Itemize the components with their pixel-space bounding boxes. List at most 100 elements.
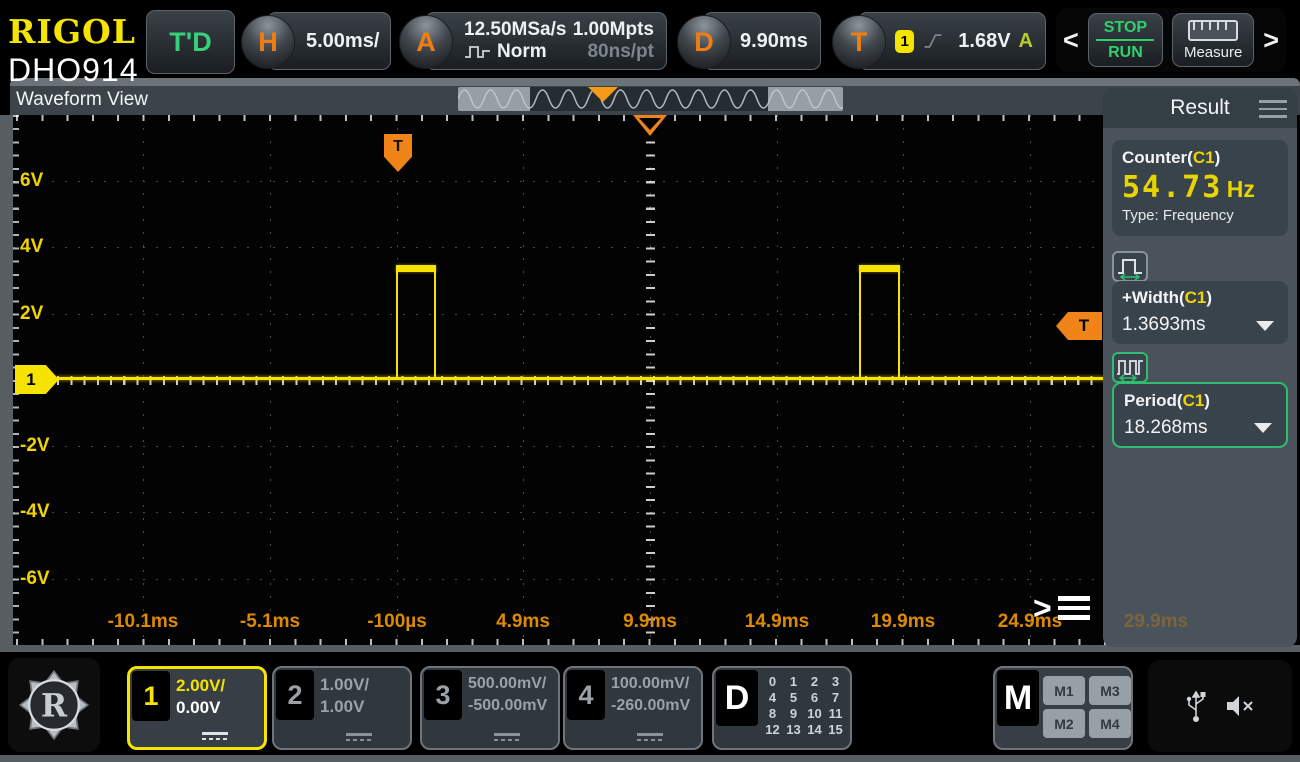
channel2-offset: 1.00V <box>320 697 364 717</box>
gear-icon: R <box>18 669 90 741</box>
period-label: Period(C1) <box>1124 391 1276 411</box>
counter-card[interactable]: Counter(C1) 54.73 Hz Type: Frequency <box>1112 140 1288 236</box>
ruler-icon <box>1188 20 1238 41</box>
acquire-box[interactable]: 12.50MSa/s Norm 1.00Mpts 80ns/pt <box>425 12 667 70</box>
math-m4-button[interactable]: M4 <box>1089 709 1131 738</box>
delay-knob[interactable]: D <box>677 15 731 69</box>
trigger-status-button[interactable]: T'D <box>146 10 235 74</box>
rising-edge-icon <box>922 29 944 53</box>
math-m1-button[interactable]: M1 <box>1043 676 1085 705</box>
toolbar-next-arrow[interactable]: > <box>1263 27 1279 54</box>
channel2-card[interactable]: 2 1.00V/ 1.00V <box>272 666 412 750</box>
menu-expand-icon[interactable]: > <box>1033 592 1090 624</box>
width-dropdown-caret[interactable] <box>1256 321 1274 331</box>
measure-label: Measure <box>1184 44 1242 61</box>
model-name: DHO914 <box>8 52 139 89</box>
waveform-trace-ch1-pulse2 <box>859 265 900 380</box>
y-axis-label: -6V <box>20 568 50 590</box>
channel4-scale: 100.00mV/ <box>611 675 689 693</box>
math-m3-button[interactable]: M3 <box>1089 676 1131 705</box>
channel2-scale: 1.00V/ <box>320 675 369 695</box>
stop-run-divider <box>1096 39 1154 41</box>
result-title: Result <box>1170 96 1230 120</box>
rigol-gear-logo[interactable]: R <box>8 658 100 752</box>
channel3-number: 3 <box>424 670 462 720</box>
status-icon-tray <box>1148 660 1292 752</box>
trigger-sweep-mode: A <box>1019 30 1033 53</box>
window-frame-bottom <box>0 645 1300 652</box>
channel1-card[interactable]: 1 2.00V/ 0.00V <box>127 666 267 750</box>
channel4-number: 4 <box>567 670 605 720</box>
counter-type: Type: Frequency <box>1122 207 1278 224</box>
y-axis-label: -4V <box>20 501 50 523</box>
result-panel-header[interactable]: Result <box>1103 88 1297 128</box>
trigger-status-label: T'D <box>169 27 211 58</box>
horizontal-scale-value: 5.00ms/ <box>306 30 379 53</box>
run-label: RUN <box>1108 43 1143 62</box>
delay-position-icon[interactable] <box>633 115 667 136</box>
channel1-marker-label: 1 <box>26 370 35 390</box>
width-measurement-card[interactable]: +Width(C1) 1.3693ms <box>1112 281 1288 344</box>
trigger-level-marker[interactable]: T <box>1056 312 1102 340</box>
rigol-logo: RIGOL <box>8 12 136 51</box>
channel3-coupling-icon <box>494 733 520 741</box>
nav-trigger-position-icon[interactable] <box>588 87 618 102</box>
stop-run-button[interactable]: STOP RUN <box>1088 13 1163 67</box>
channel1-scale: 2.00V/ <box>176 676 225 696</box>
y-axis-label: 6V <box>20 170 43 192</box>
screen-bottom-strip <box>0 755 1300 762</box>
measure-button[interactable]: Measure <box>1172 13 1254 67</box>
trigger-box[interactable]: 1 1.68V A <box>858 12 1046 70</box>
trigger-position-flag[interactable]: T <box>384 134 412 172</box>
horizontal-knob[interactable]: H <box>241 15 295 69</box>
pulse-width-icon <box>1112 251 1148 282</box>
x-axis-label: -5.1ms <box>240 611 300 633</box>
waveform-trace-ch1-pulse1 <box>396 265 436 380</box>
waveform-navigation-strip[interactable] <box>458 87 843 111</box>
channel1-offset: 0.00V <box>176 698 220 718</box>
speaker-muted-icon[interactable] <box>1225 693 1255 719</box>
digital-channels-card[interactable]: D 0123 4567 891011 12131415 <box>712 666 852 750</box>
counter-value: 54.73 <box>1122 170 1222 205</box>
channel4-card[interactable]: 4 100.00mV/ -260.00mV <box>563 666 703 750</box>
digital-bits-grid: 0123 4567 891011 12131415 <box>762 674 846 737</box>
channel1-coupling-icon <box>202 732 228 740</box>
view-title: Waveform View <box>16 89 148 111</box>
acquire-waveform-icon <box>464 44 492 60</box>
channel3-scale: 500.00mV/ <box>468 675 546 693</box>
channel4-offset: -260.00mV <box>611 697 690 715</box>
trigger-level-value: 1.68V <box>958 30 1010 53</box>
hamburger-menu-icon[interactable] <box>1259 100 1287 118</box>
x-axis-label: 19.9ms <box>871 611 935 633</box>
trigger-knob[interactable]: T <box>832 15 886 69</box>
nav-sine-preview <box>458 87 843 111</box>
t-knob-letter: T <box>851 27 868 58</box>
channel2-number: 2 <box>276 670 314 720</box>
channel3-card[interactable]: 3 500.00mV/ -500.00mV <box>420 666 560 750</box>
d-knob-letter: D <box>694 27 714 58</box>
acquire-knob[interactable]: A <box>399 15 453 69</box>
y-axis-label: 4V <box>20 236 43 258</box>
sample-rate: 12.50MSa/s <box>464 19 566 41</box>
toolbar-group: < STOP RUN Measure > <box>1056 8 1286 72</box>
period-measurement-card[interactable]: Period(C1) 18.268ms <box>1112 382 1288 448</box>
acquire-mode: Norm <box>497 41 547 63</box>
toolbar-prev-arrow[interactable]: < <box>1063 27 1079 54</box>
waveform-trace-ch1-baseline <box>57 377 1110 380</box>
math-m2-button[interactable]: M2 <box>1043 709 1085 738</box>
usb-icon[interactable] <box>1185 688 1207 724</box>
width-label: +Width(C1) <box>1122 288 1278 308</box>
x-axis-label: 9.9ms <box>623 611 677 633</box>
a-knob-letter: A <box>416 27 436 58</box>
delay-value: 9.90ms <box>740 30 808 53</box>
sample-resolution: 80ns/pt <box>587 41 654 63</box>
channel1-offset-marker[interactable]: 1 <box>15 365 59 394</box>
result-panel: Result Counter(C1) 54.73 Hz Type: Freque… <box>1103 88 1297 647</box>
math-card[interactable]: M M1 M3 M2 M4 <box>993 666 1133 750</box>
h-knob-letter: H <box>258 27 278 58</box>
period-dropdown-caret[interactable] <box>1254 423 1272 433</box>
math-label: M <box>997 670 1039 726</box>
svg-text:R: R <box>41 687 68 724</box>
memory-depth: 1.00Mpts <box>573 19 654 41</box>
math-buttons: M1 M3 M2 M4 <box>1043 676 1131 738</box>
